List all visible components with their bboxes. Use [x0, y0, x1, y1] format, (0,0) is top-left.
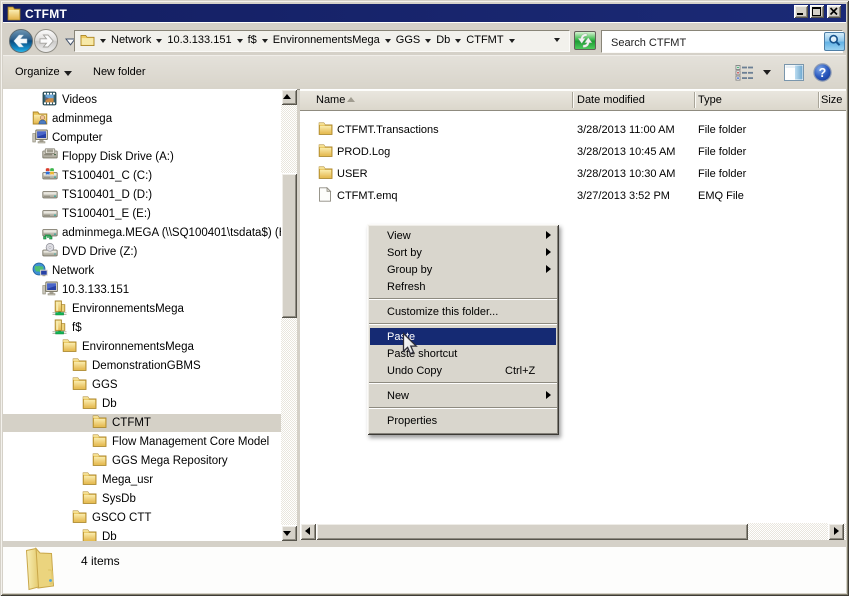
svg-text:?: ? [819, 66, 827, 80]
